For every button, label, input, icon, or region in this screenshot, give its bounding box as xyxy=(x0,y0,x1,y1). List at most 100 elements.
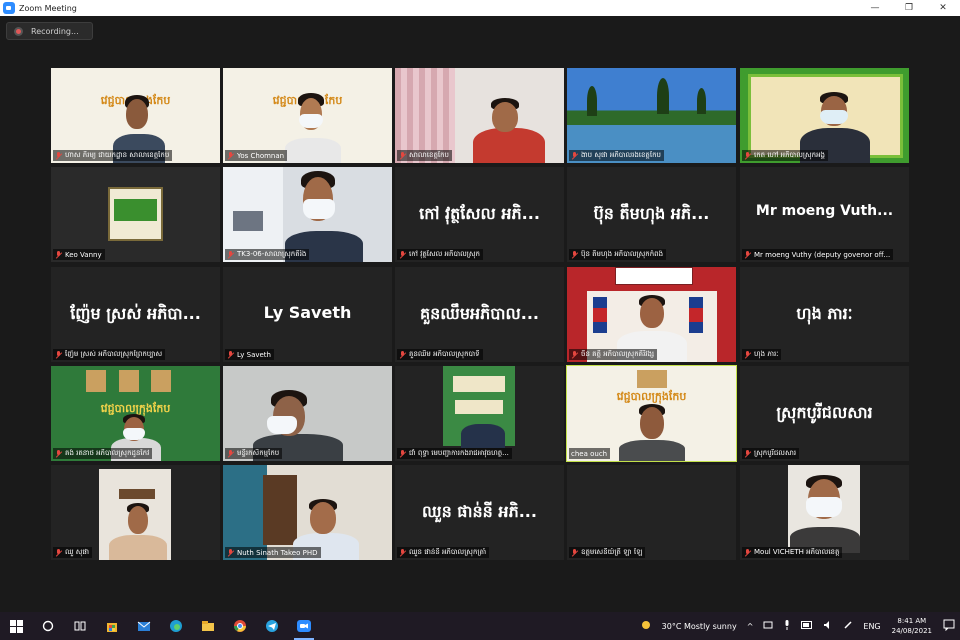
video-feed xyxy=(740,68,909,163)
title-bar: Zoom Meeting — ❐ ✕ xyxy=(0,0,960,16)
participant-tile[interactable]: ជាំ ពុទ្ធា មេបញ្ជាការកងរាជអាវុធហត្ថ... xyxy=(395,366,564,461)
video-feed xyxy=(740,465,909,560)
participant-tile[interactable]: កៅ វុត្ថសែល អភិ... កៅ វុត្ថសែល អភិបាលស្រ… xyxy=(395,167,564,262)
participant-tile[interactable]: កេត ហៅ អភិបាលស្រុកអង្គ xyxy=(740,68,909,163)
store-icon[interactable] xyxy=(96,612,128,640)
recording-indicator[interactable]: Recording... xyxy=(6,22,93,40)
weather-icon[interactable] xyxy=(640,619,652,633)
muted-mic-icon xyxy=(744,250,751,259)
zoom-app-icon xyxy=(3,2,15,14)
participant-tile[interactable]: Nuth Sinath Takeo PHD xyxy=(223,465,392,560)
participant-tile[interactable]: Keo Vanny xyxy=(51,167,220,262)
notifications-icon[interactable] xyxy=(943,619,955,633)
participant-name-tag: ឈួន ផាន់នី អភិបាលស្រុកត្រាំ xyxy=(397,547,490,558)
participant-tile[interactable]: Mr moeng Vuth... Mr moeng Vuthy (deputy … xyxy=(740,167,909,262)
muted-mic-icon xyxy=(571,250,578,259)
meeting-gallery: Recording... វេជ្ជបាលក្រុងកែប ហាស ភិរម្យ… xyxy=(0,16,960,612)
participant-tile[interactable]: Ly Saveth Ly Saveth xyxy=(223,267,392,362)
participant-tile[interactable]: ឈួន ផាន់នី អភិ... ឈួន ផាន់នី អភិបាលស្រុក… xyxy=(395,465,564,560)
mail-icon[interactable] xyxy=(128,612,160,640)
participant-tile[interactable]: មន្ទីរកសិកម្មកែប xyxy=(223,366,392,461)
participant-tile[interactable]: TK3-06-សាលាស្រុកតិរំង xyxy=(223,167,392,262)
muted-mic-icon xyxy=(227,350,234,359)
video-feed: វេជ្ជបាលក្រុងកែប xyxy=(51,366,220,461)
muted-mic-icon xyxy=(571,548,578,557)
system-tray: 30°C Mostly sunny ^ ENG 8:41 AM 24/08/20… xyxy=(635,612,960,640)
search-icon[interactable] xyxy=(32,612,64,640)
participant-display-name: ប៊ុន តឹមហុង អភិ... xyxy=(593,204,710,223)
video-feed xyxy=(223,465,392,560)
battery-icon[interactable] xyxy=(801,621,813,631)
muted-mic-icon xyxy=(399,350,406,359)
participant-tile[interactable]: វេជ្ជបាលក្រុងកែប គង់ រតនាថ អភិបាលស្រុកដូ… xyxy=(51,366,220,461)
participant-name-tag: Keo Vanny xyxy=(53,249,105,260)
chrome-icon[interactable] xyxy=(224,612,256,640)
participant-tile[interactable]: ប៊ុន តឹមហុង អភិ... ប៊ុន តឹមហុង អភិបាលស្រ… xyxy=(567,167,736,262)
microphone-icon[interactable] xyxy=(783,620,791,632)
clock-time: 8:41 AM xyxy=(897,617,927,625)
participant-tile[interactable]: Moul VICHETH អភិបាលខេត្ត xyxy=(740,465,909,560)
muted-mic-icon xyxy=(399,548,406,557)
participant-tile[interactable]: ស្រុកបូរីជលសារ ស្រុកបូរីជលសារ xyxy=(740,366,909,461)
video-feed: វេជ្ជបាលក្រុងកែប xyxy=(223,68,392,163)
recording-label: Recording... xyxy=(31,26,79,36)
participant-display-name: ហុង ភារៈ xyxy=(796,304,853,323)
participant-name-tag: ចិន គត្តិ អភិបាលស្រុកគិរីវង្ស xyxy=(569,349,658,360)
active-speaker-tile[interactable]: វេជ្ជបាលក្រុងកែប chea ouch xyxy=(566,365,737,462)
participant-name-tag: Mr moeng Vuthy (deputy govenor off... xyxy=(742,249,894,260)
participant-display-name: ស្រុកបូរីជលសារ xyxy=(776,403,873,422)
task-view-icon[interactable] xyxy=(64,612,96,640)
close-button[interactable]: ✕ xyxy=(926,0,960,16)
participant-tile[interactable]: ហុង ភារៈ ហុង ភារៈ xyxy=(740,267,909,362)
video-feed xyxy=(51,465,220,560)
pen-icon[interactable] xyxy=(843,620,853,632)
maximize-button[interactable]: ❐ xyxy=(892,0,926,16)
language-indicator[interactable]: ENG xyxy=(863,622,880,631)
zoom-taskbar-icon[interactable] xyxy=(288,612,320,640)
participant-tile[interactable]: វេជ្ជបាលក្រុងកែប ហាស ភិរម្យ ជាយកដ្ឋាន សា… xyxy=(51,68,220,163)
weather-text[interactable]: 30°C Mostly sunny xyxy=(662,622,737,631)
participant-name-tag: ឈួ សុផា xyxy=(53,547,93,558)
record-icon xyxy=(14,26,23,36)
participant-display-name: ញ៉ែម ស្រស់ អភិបា... xyxy=(70,304,201,323)
participant-name-tag: មន្ទីរកសិកម្មកែប xyxy=(225,448,283,459)
muted-mic-icon xyxy=(744,151,751,160)
participant-name-tag: កៅ វុត្ថសែល អភិបាលស្រុក xyxy=(397,249,483,260)
muted-mic-icon xyxy=(227,548,234,557)
muted-mic-icon xyxy=(55,250,62,259)
clock[interactable]: 8:41 AM 24/08/2021 xyxy=(892,616,932,636)
participant-name-tag: TK3-06-សាលាស្រុកតិរំង xyxy=(225,249,310,260)
video-feed: វេជ្ជបាលក្រុងកែប xyxy=(567,366,736,461)
participant-display-name: Ly Saveth xyxy=(263,303,352,322)
participant-tile[interactable]: គួនឈឹមអភិបាល... គួនឈឹម អភិបាលស្រុកបាទី xyxy=(395,267,564,362)
participant-name-tag: Yos Chomnan xyxy=(225,150,288,161)
participant-name-tag: Moul VICHETH អភិបាលខេត្ត xyxy=(742,547,843,558)
participant-display-name: គួនឈឹមអភិបាល... xyxy=(419,304,539,323)
minimize-button[interactable]: — xyxy=(858,0,892,16)
windows-start-icon[interactable] xyxy=(0,612,32,640)
muted-mic-icon xyxy=(744,449,751,458)
participant-tile[interactable]: ចិន គត្តិ អភិបាលស្រុកគិរីវង្ស xyxy=(567,267,736,362)
muted-mic-icon xyxy=(571,151,578,160)
edge-icon[interactable] xyxy=(160,612,192,640)
network-icon[interactable] xyxy=(763,620,773,632)
muted-mic-icon xyxy=(399,151,406,160)
file-explorer-icon[interactable] xyxy=(192,612,224,640)
volume-icon[interactable] xyxy=(823,620,833,632)
video-feed xyxy=(223,167,392,262)
clock-date: 24/08/2021 xyxy=(891,627,932,635)
windows-taskbar: 30°C Mostly sunny ^ ENG 8:41 AM 24/08/20… xyxy=(0,612,960,640)
telegram-icon[interactable] xyxy=(256,612,288,640)
chevron-up-icon[interactable]: ^ xyxy=(747,622,754,631)
participant-tile[interactable]: ញ៉ែម ស្រស់ អភិបា... ញ៉ែម ស្រស់ អភិបាលស្រ… xyxy=(51,267,220,362)
muted-mic-icon xyxy=(55,350,62,359)
participant-name-tag: គួនឈឹម អភិបាលស្រុកបាទី xyxy=(397,349,483,360)
muted-mic-icon xyxy=(399,449,406,458)
participant-tile[interactable]: ងាប សុផា អភិបាលរងខេត្តកែប xyxy=(567,68,736,163)
participant-tile[interactable]: ឈួ សុផា xyxy=(51,465,220,560)
participant-tile[interactable]: វេជ្ជបាលក្រុងកែប Yos Chomnan xyxy=(223,68,392,163)
participant-tile[interactable]: សាលាខេត្តកែប xyxy=(395,68,564,163)
video-feed xyxy=(395,68,564,163)
muted-mic-icon xyxy=(227,449,234,458)
participant-tile[interactable]: ឧត្តមសេនីយ៍ត្រី ឡា ឡៃ xyxy=(567,465,736,560)
